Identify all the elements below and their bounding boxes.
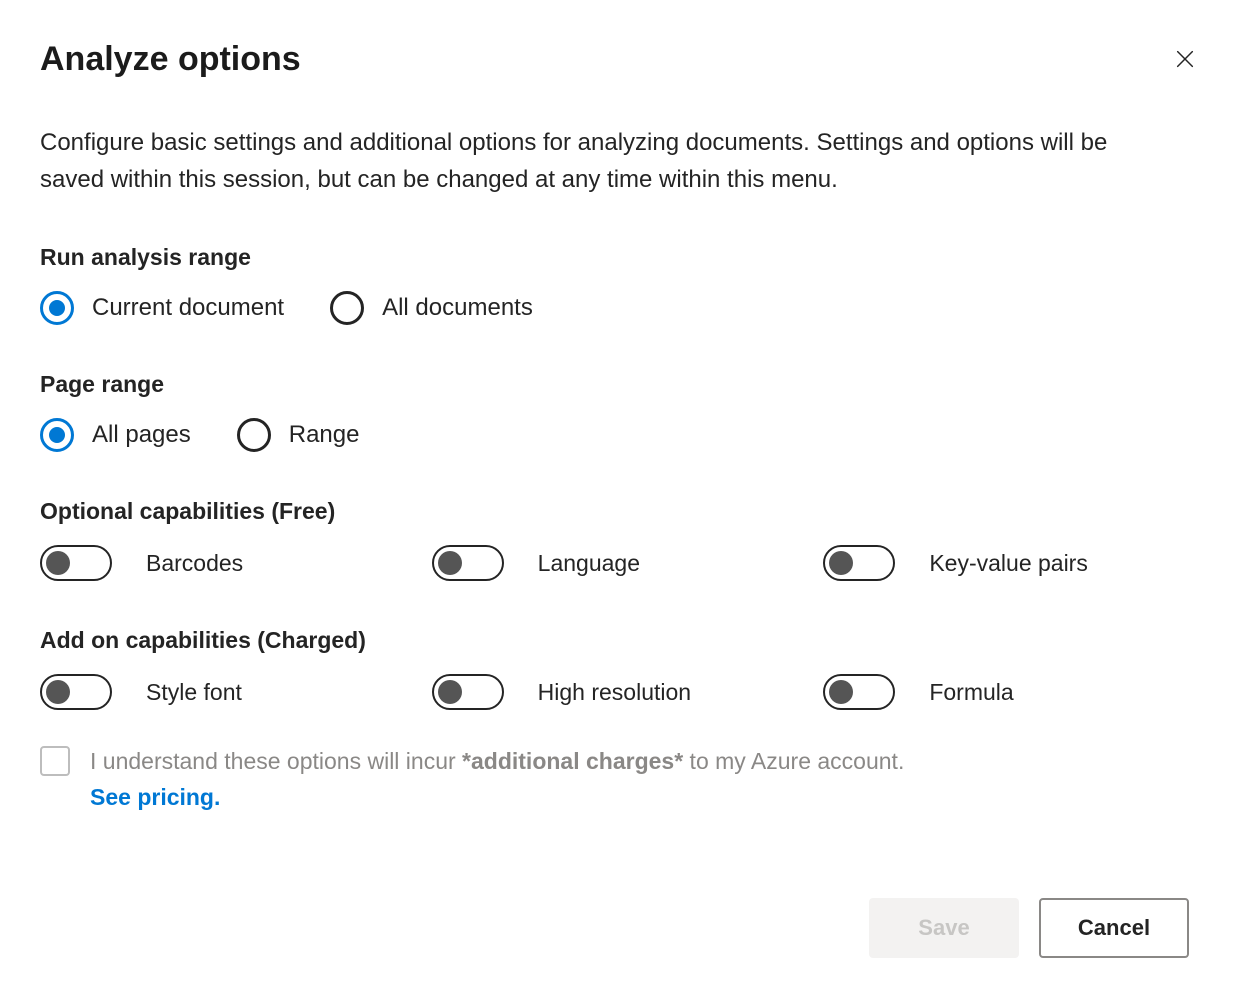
disclaimer-text: I understand these options will incur *a… — [90, 744, 904, 815]
dialog-description: Configure basic settings and additional … — [40, 124, 1140, 198]
toggle-label: Key-value pairs — [929, 550, 1088, 577]
radio-all-documents[interactable]: All documents — [330, 291, 533, 325]
section-page-range: Page range All pages Range — [40, 371, 1205, 452]
radio-icon — [237, 418, 271, 452]
radio-label: Current document — [92, 294, 284, 322]
toggle-thumb-icon — [829, 551, 853, 575]
dialog-footer: Save Cancel — [869, 898, 1189, 958]
toggle-style-font[interactable] — [40, 674, 112, 710]
section-label-addon: Add on capabilities (Charged) — [40, 627, 1205, 654]
cancel-button[interactable]: Cancel — [1039, 898, 1189, 958]
close-button[interactable] — [1165, 40, 1205, 80]
checkbox-charges-acknowledgement[interactable] — [40, 746, 70, 776]
dialog-title: Analyze options — [40, 40, 301, 79]
toggle-thumb-icon — [438, 680, 462, 704]
toggle-thumb-icon — [438, 551, 462, 575]
toggle-label: Barcodes — [146, 550, 243, 577]
toggle-high-resolution[interactable] — [432, 674, 504, 710]
section-label-page-range: Page range — [40, 371, 1205, 398]
section-label-optional: Optional capabilities (Free) — [40, 498, 1205, 525]
toggle-language[interactable] — [432, 545, 504, 581]
disclaimer-bold: *additional charges* — [462, 748, 683, 774]
toggle-formula[interactable] — [823, 674, 895, 710]
disclaimer-suffix: to my Azure account. — [683, 748, 904, 774]
section-addon-capabilities: Add on capabilities (Charged) Style font… — [40, 627, 1205, 815]
toggle-label: Formula — [929, 679, 1013, 706]
toggle-label: Style font — [146, 679, 242, 706]
section-label-run-range: Run analysis range — [40, 244, 1205, 271]
toggle-label: High resolution — [538, 679, 691, 706]
radio-label: Range — [289, 421, 360, 449]
toggle-barcodes[interactable] — [40, 545, 112, 581]
save-button[interactable]: Save — [869, 898, 1019, 958]
close-icon — [1174, 48, 1196, 73]
section-optional-capabilities: Optional capabilities (Free) Barcodes La… — [40, 498, 1205, 581]
section-run-analysis-range: Run analysis range Current document All … — [40, 244, 1205, 325]
toggle-thumb-icon — [46, 551, 70, 575]
link-see-pricing[interactable]: See pricing. — [90, 784, 220, 810]
disclaimer-prefix: I understand these options will incur — [90, 748, 462, 774]
radio-range[interactable]: Range — [237, 418, 360, 452]
radio-label: All documents — [382, 294, 533, 322]
toggle-label: Language — [538, 550, 640, 577]
toggle-thumb-icon — [829, 680, 853, 704]
toggle-thumb-icon — [46, 680, 70, 704]
radio-icon — [330, 291, 364, 325]
toggle-key-value-pairs[interactable] — [823, 545, 895, 581]
radio-current-document[interactable]: Current document — [40, 291, 284, 325]
radio-icon — [40, 291, 74, 325]
radio-all-pages[interactable]: All pages — [40, 418, 191, 452]
radio-label: All pages — [92, 421, 191, 449]
radio-icon — [40, 418, 74, 452]
